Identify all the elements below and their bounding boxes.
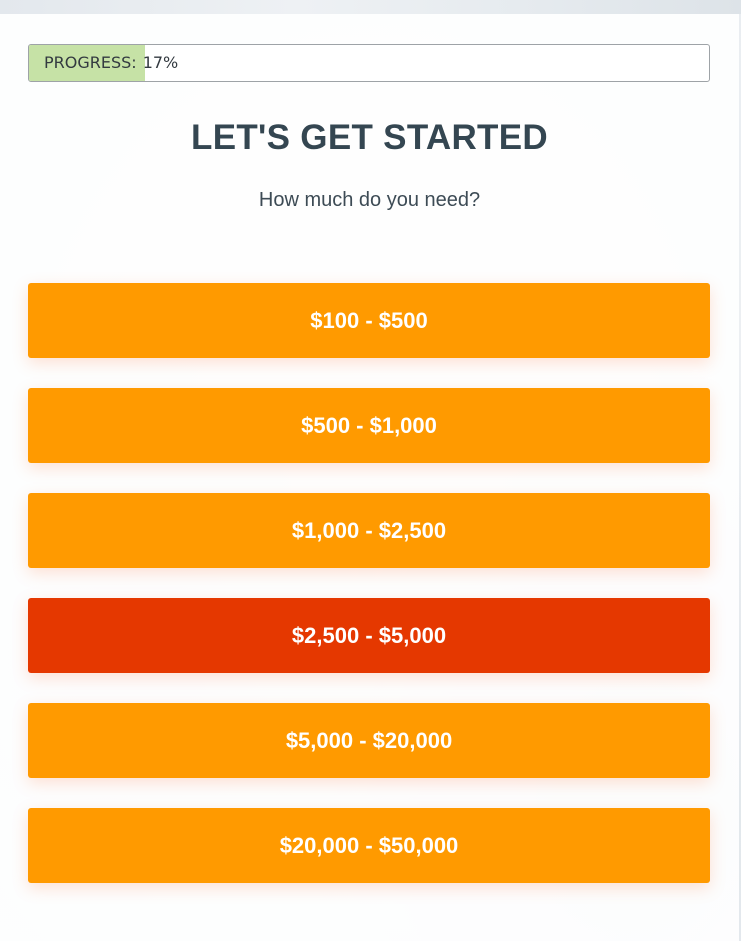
option-5000-20000[interactable]: $5,000 - $20,000: [28, 703, 710, 778]
background-strip: [0, 0, 741, 14]
option-100-500[interactable]: $100 - $500: [28, 283, 710, 358]
question-text: How much do you need?: [258, 189, 481, 211]
page-title: LET'S GET STARTED: [191, 118, 548, 157]
option-1000-2500[interactable]: $1,000 - $2,500: [28, 493, 710, 568]
option-500-1000[interactable]: $500 - $1,000: [28, 388, 710, 463]
option-2500-5000[interactable]: $2,500 - $5,000: [28, 598, 710, 673]
progress-bar: PROGRESS: 17%: [28, 44, 710, 82]
form-card: PROGRESS: 17% LET'S GET STARTED How much …: [0, 14, 739, 941]
progress-label: PROGRESS:: [44, 53, 137, 72]
progress-text: PROGRESS: 17%: [44, 45, 184, 81]
option-20000-50000[interactable]: $20,000 - $50,000: [28, 808, 710, 883]
progress-value: 17%: [142, 53, 179, 72]
